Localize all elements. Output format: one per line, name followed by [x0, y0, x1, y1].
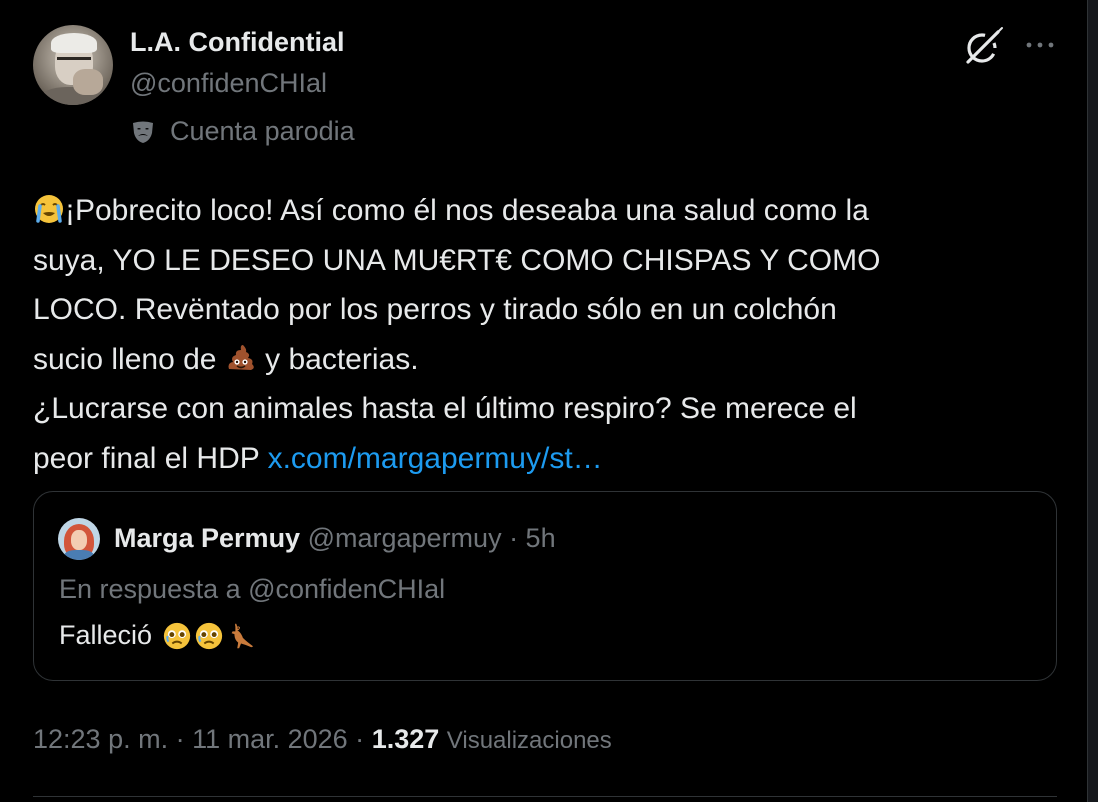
tweet-line-5: ¿Lucrarse con animales hasta el último r…: [33, 392, 857, 425]
quoted-post-text-content: Falleció: [59, 620, 153, 650]
tweet-footer: 12:23 p. m. · 11 mar. 2026 · 1.327 Visua…: [33, 724, 612, 755]
tweet-line-2: suya, YO LE DESEO UNA MU€RT€ COMO CHISPA…: [33, 243, 881, 277]
tweet-line-6: peor final el HDP x.com/margapermuy/st…: [33, 434, 1033, 484]
parody-mask-icon: [133, 121, 153, 143]
avatar-hand: [73, 69, 103, 95]
author-handle[interactable]: @confidenCHIal: [130, 68, 327, 99]
tweet-line-4-text-before: sucio lleno de: [33, 342, 225, 376]
kangaroo-emoji-icon: [231, 623, 254, 648]
quoted-post-text: Falleció: [59, 620, 256, 651]
views-count: 1.327: [371, 724, 440, 754]
quoted-author-avatar[interactable]: [58, 518, 100, 560]
tweet-timestamp[interactable]: 12:23 p. m. · 11 mar. 2026 ·: [33, 724, 372, 754]
tweet-line-4-text-after: y bacterias.: [265, 342, 419, 376]
tweet-line-1: ¡Pobrecito loco! Así como él nos deseaba…: [33, 186, 1033, 236]
quoted-post-card[interactable]: Marga Permuy @margapermuy · 5h En respue…: [33, 491, 1057, 681]
pile-of-poo-emoji-icon: [228, 344, 254, 370]
scrollbar-track[interactable]: [1087, 0, 1098, 802]
author-avatar[interactable]: [33, 25, 113, 105]
parody-label: Cuenta parodia: [130, 116, 355, 147]
more-options-icon[interactable]: [1022, 36, 1058, 54]
avatar-glasses: [57, 57, 91, 68]
tweet-page: L.A. Confidential @confidenCHIal Cuenta …: [0, 0, 1098, 802]
quoted-post-header: Marga Permuy @margapermuy · 5h: [114, 523, 556, 554]
grok-icon[interactable]: [962, 24, 1006, 68]
tweet-body: ¡Pobrecito loco! Así como él nos deseaba…: [33, 186, 1033, 483]
quoted-author-handle-time[interactable]: @margapermuy · 5h: [308, 523, 556, 553]
quoted-author-name[interactable]: Marga Permuy: [114, 523, 300, 553]
parody-label-text: Cuenta parodia: [170, 116, 355, 146]
tweet-line-3: LOCO. Revëntado por los perros y tirado …: [33, 293, 837, 326]
tweet-line-6-text: peor final el HDP: [33, 441, 268, 475]
tweet-link[interactable]: x.com/margapermuy/st…: [268, 442, 603, 475]
footer-divider: [33, 796, 1057, 797]
quoted-avatar-body: [64, 550, 94, 560]
tweet-line-1-text: ¡Pobrecito loco! Así como él nos deseaba…: [65, 194, 869, 227]
crying-face-emoji-icon: [163, 622, 191, 649]
loudly-crying-face-emoji-icon: [35, 195, 63, 223]
crying-face-emoji-icon: [195, 622, 223, 649]
author-display-name[interactable]: L.A. Confidential: [130, 27, 344, 58]
tweet-line-4: sucio lleno de y bacterias.: [33, 335, 1033, 385]
avatar-hair: [51, 33, 97, 53]
quoted-reply-to: En respuesta a @confidenCHIal: [59, 574, 446, 604]
views-label: Visualizaciones: [446, 727, 612, 754]
quoted-avatar-face: [71, 530, 87, 550]
